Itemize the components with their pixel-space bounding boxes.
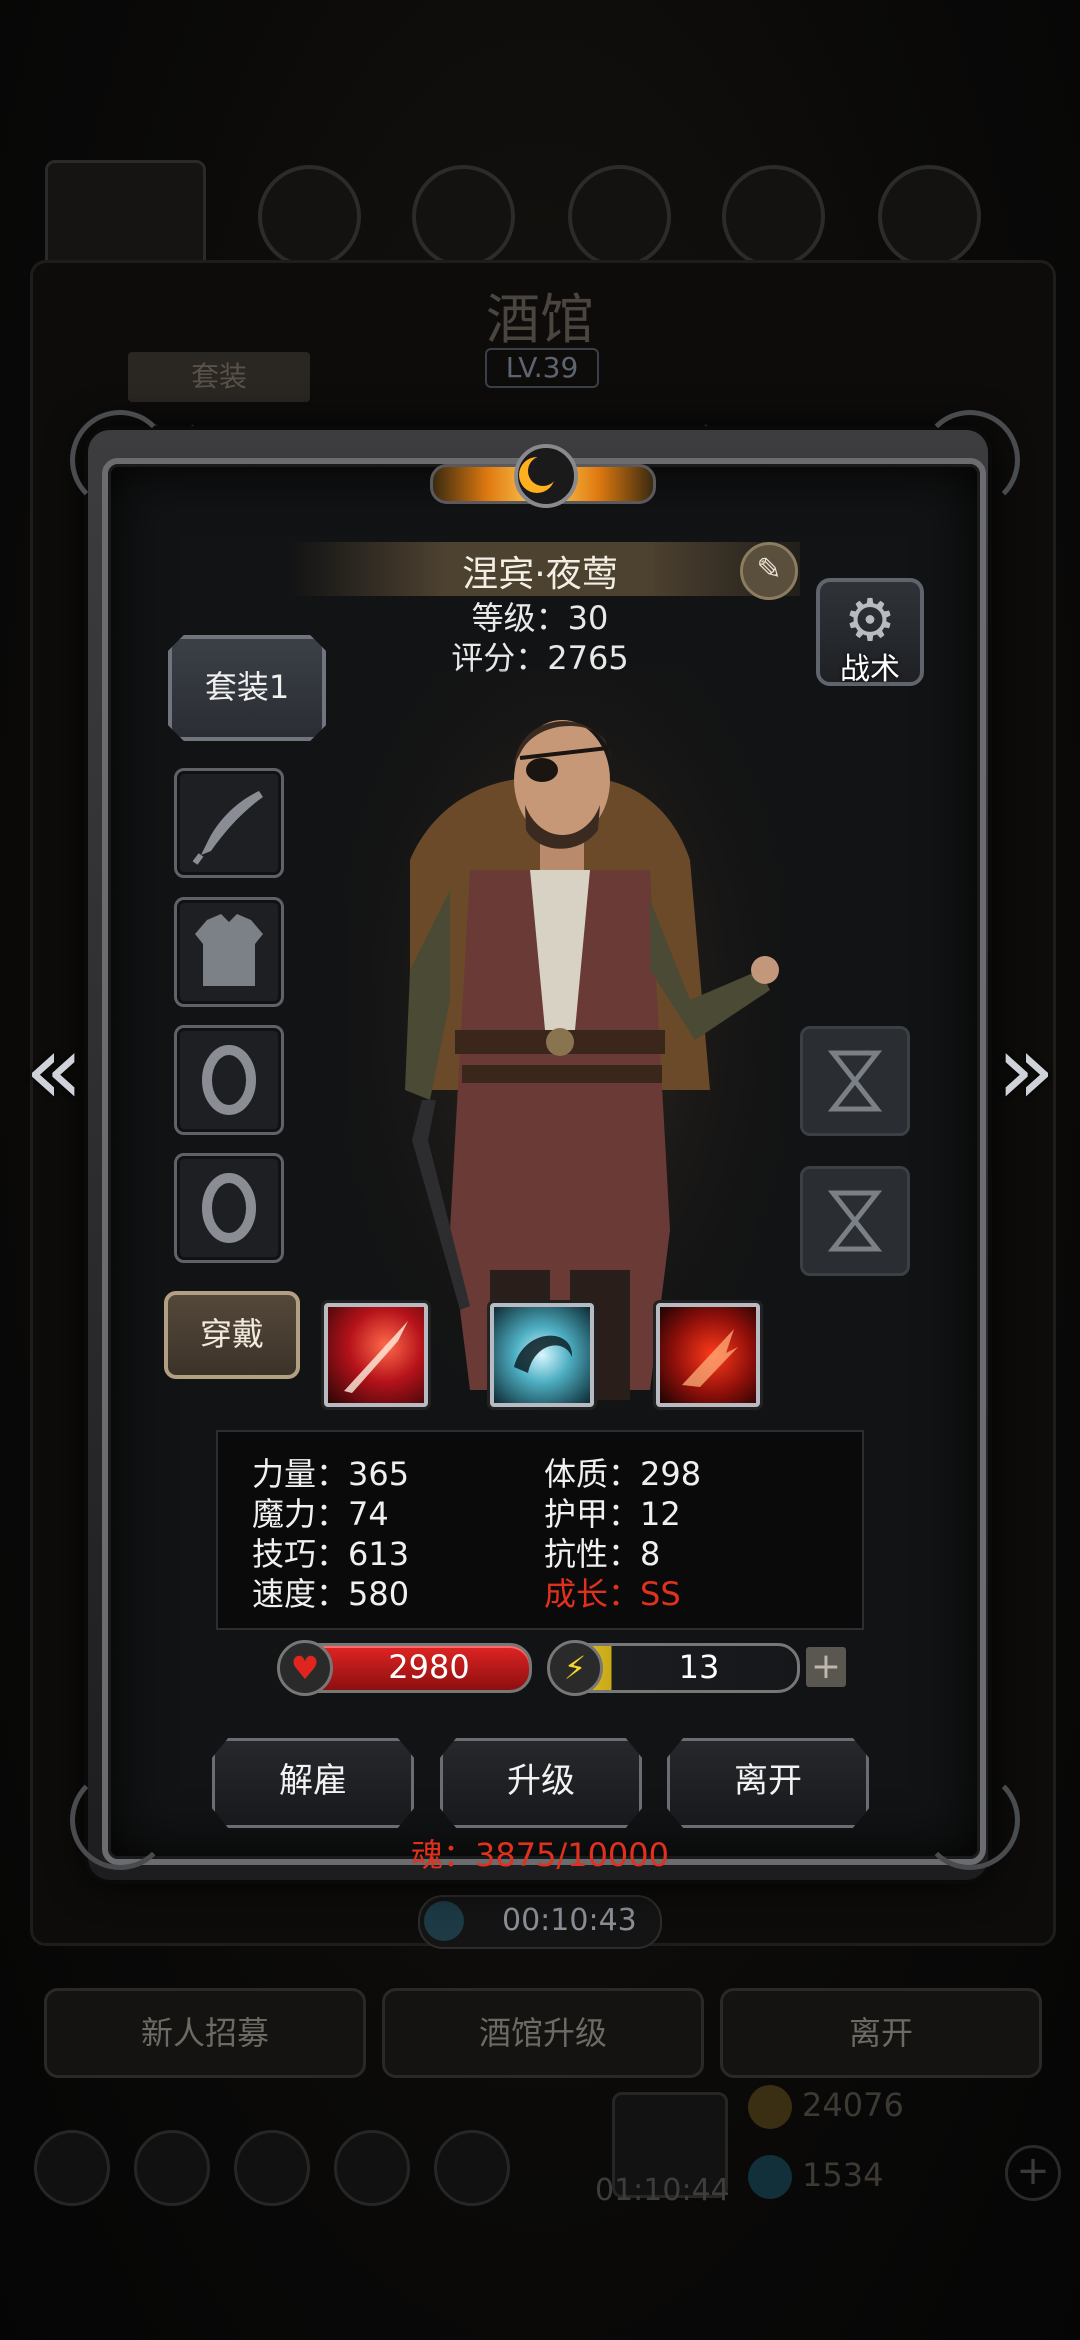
bg-gift-timer: 01:10:44 bbox=[595, 2173, 730, 2208]
rune-slot-1[interactable] bbox=[800, 1026, 910, 1136]
hp-value: 2980 bbox=[388, 1648, 470, 1686]
bg-tavern-title: 酒馆 bbox=[486, 288, 594, 351]
bg-upgrade-tavern-button: 酒馆升级 bbox=[382, 1988, 704, 2078]
previous-hero-button[interactable]: « bbox=[14, 1015, 94, 1125]
heart-icon: ♥ bbox=[277, 1640, 333, 1696]
pencil-icon: ✎ bbox=[756, 552, 782, 587]
equipment-set-button[interactable]: 套装1 bbox=[168, 635, 326, 741]
bg-nav-icon bbox=[434, 2130, 510, 2206]
bg-gold: 24076 bbox=[748, 2085, 904, 2129]
bg-timer-text: 00:10:43 bbox=[502, 1903, 637, 1938]
stat-magic: 魔力：74 bbox=[252, 1495, 389, 1533]
rune-slot-2[interactable] bbox=[800, 1166, 910, 1276]
energy-value: 13 bbox=[678, 1648, 720, 1686]
crescent-moon-icon bbox=[514, 444, 578, 508]
skill-slot-2[interactable] bbox=[490, 1303, 594, 1407]
bg-menu-icon bbox=[412, 165, 515, 268]
bg-add-icon: + bbox=[1005, 2145, 1061, 2201]
hero-name: 涅宾·夜莺 bbox=[462, 554, 618, 595]
double-chevron-right-icon: » bbox=[996, 1014, 1056, 1126]
gear-icon: ⚙ bbox=[844, 586, 896, 654]
bg-timer: 00:10:43 bbox=[418, 1895, 662, 1949]
soul-cost: 魂：3875/10000 bbox=[410, 1836, 670, 1874]
coin-icon bbox=[748, 2085, 792, 2129]
bg-nav-icon bbox=[334, 2130, 410, 2206]
clock-icon bbox=[424, 1901, 464, 1941]
tactics-label: 战术 bbox=[840, 652, 900, 687]
leave-button[interactable]: 离开 bbox=[667, 1738, 869, 1828]
ring-icon bbox=[202, 1173, 256, 1243]
add-energy-button[interactable]: + bbox=[806, 1647, 846, 1687]
weapon-slot[interactable] bbox=[174, 768, 284, 878]
ring-icon bbox=[202, 1045, 256, 1115]
stat-growth: 成长：SS bbox=[544, 1575, 681, 1613]
next-hero-button[interactable]: » bbox=[986, 1015, 1066, 1125]
tactics-button[interactable]: ⚙ 战术 bbox=[816, 578, 924, 687]
bg-menu-icon bbox=[568, 165, 671, 268]
bg-nav-icon bbox=[34, 2130, 110, 2206]
stat-skill: 技巧：613 bbox=[252, 1535, 410, 1573]
dismiss-button[interactable]: 解雇 bbox=[212, 1738, 414, 1828]
frame-thorn-decoration bbox=[70, 410, 170, 510]
hourglass-rune-icon bbox=[827, 1190, 883, 1252]
stats-panel: 力量：365 体质：298 魔力：74 护甲：12 技巧：613 抗性：8 速度… bbox=[216, 1430, 864, 1630]
bg-menu-icon bbox=[878, 165, 981, 268]
bg-tavern-level: LV.39 bbox=[485, 348, 599, 388]
armor-icon bbox=[195, 914, 263, 986]
bg-menu-icon bbox=[722, 165, 825, 268]
double-chevron-left-icon: « bbox=[24, 1014, 84, 1126]
bg-gems-value: 1534 bbox=[802, 2156, 884, 2194]
stat-speed: 速度：580 bbox=[252, 1575, 410, 1613]
bg-gold-value: 24076 bbox=[802, 2086, 904, 2124]
bg-leave-button: 离开 bbox=[720, 1988, 1042, 2078]
stat-constitution: 体质：298 bbox=[544, 1455, 702, 1493]
upgrade-button[interactable]: 升级 bbox=[440, 1738, 642, 1828]
moon-emblem bbox=[430, 440, 656, 520]
bg-tab-set: 套装 bbox=[128, 352, 310, 402]
bg-nav-icon bbox=[234, 2130, 310, 2206]
skill-slot-3[interactable] bbox=[656, 1303, 760, 1407]
bg-recruit-button: 新人招募 bbox=[44, 1988, 366, 2078]
armor-slot[interactable] bbox=[174, 897, 284, 1007]
stat-strength: 力量：365 bbox=[252, 1455, 410, 1493]
dagger-icon bbox=[192, 791, 263, 865]
red-slash-skill-icon bbox=[344, 1321, 408, 1393]
bg-player-avatar bbox=[45, 160, 206, 276]
frame-thorn-decoration bbox=[920, 410, 1020, 510]
wear-button[interactable]: 穿戴 bbox=[164, 1291, 300, 1379]
bg-gems: 1534 bbox=[748, 2155, 883, 2199]
rename-button[interactable]: ✎ bbox=[740, 542, 798, 600]
hp-bar: ♥ 2980 bbox=[277, 1640, 532, 1696]
lightning-icon: ⚡ bbox=[547, 1640, 603, 1696]
stat-armor: 护甲：12 bbox=[544, 1495, 681, 1533]
skill-slot-1[interactable] bbox=[324, 1303, 428, 1407]
flame-blade-skill-icon bbox=[682, 1329, 738, 1387]
ring-slot-2[interactable] bbox=[174, 1153, 284, 1263]
ring-slot-1[interactable] bbox=[174, 1025, 284, 1135]
gem-icon bbox=[748, 2155, 792, 2199]
cyan-vortex-skill-icon bbox=[514, 1335, 573, 1373]
bg-menu-icon bbox=[258, 165, 361, 268]
energy-bar: ⚡ 13 bbox=[547, 1640, 800, 1696]
bg-nav-icon bbox=[134, 2130, 210, 2206]
hourglass-rune-icon bbox=[827, 1050, 883, 1112]
stat-resistance: 抗性：8 bbox=[544, 1535, 661, 1573]
